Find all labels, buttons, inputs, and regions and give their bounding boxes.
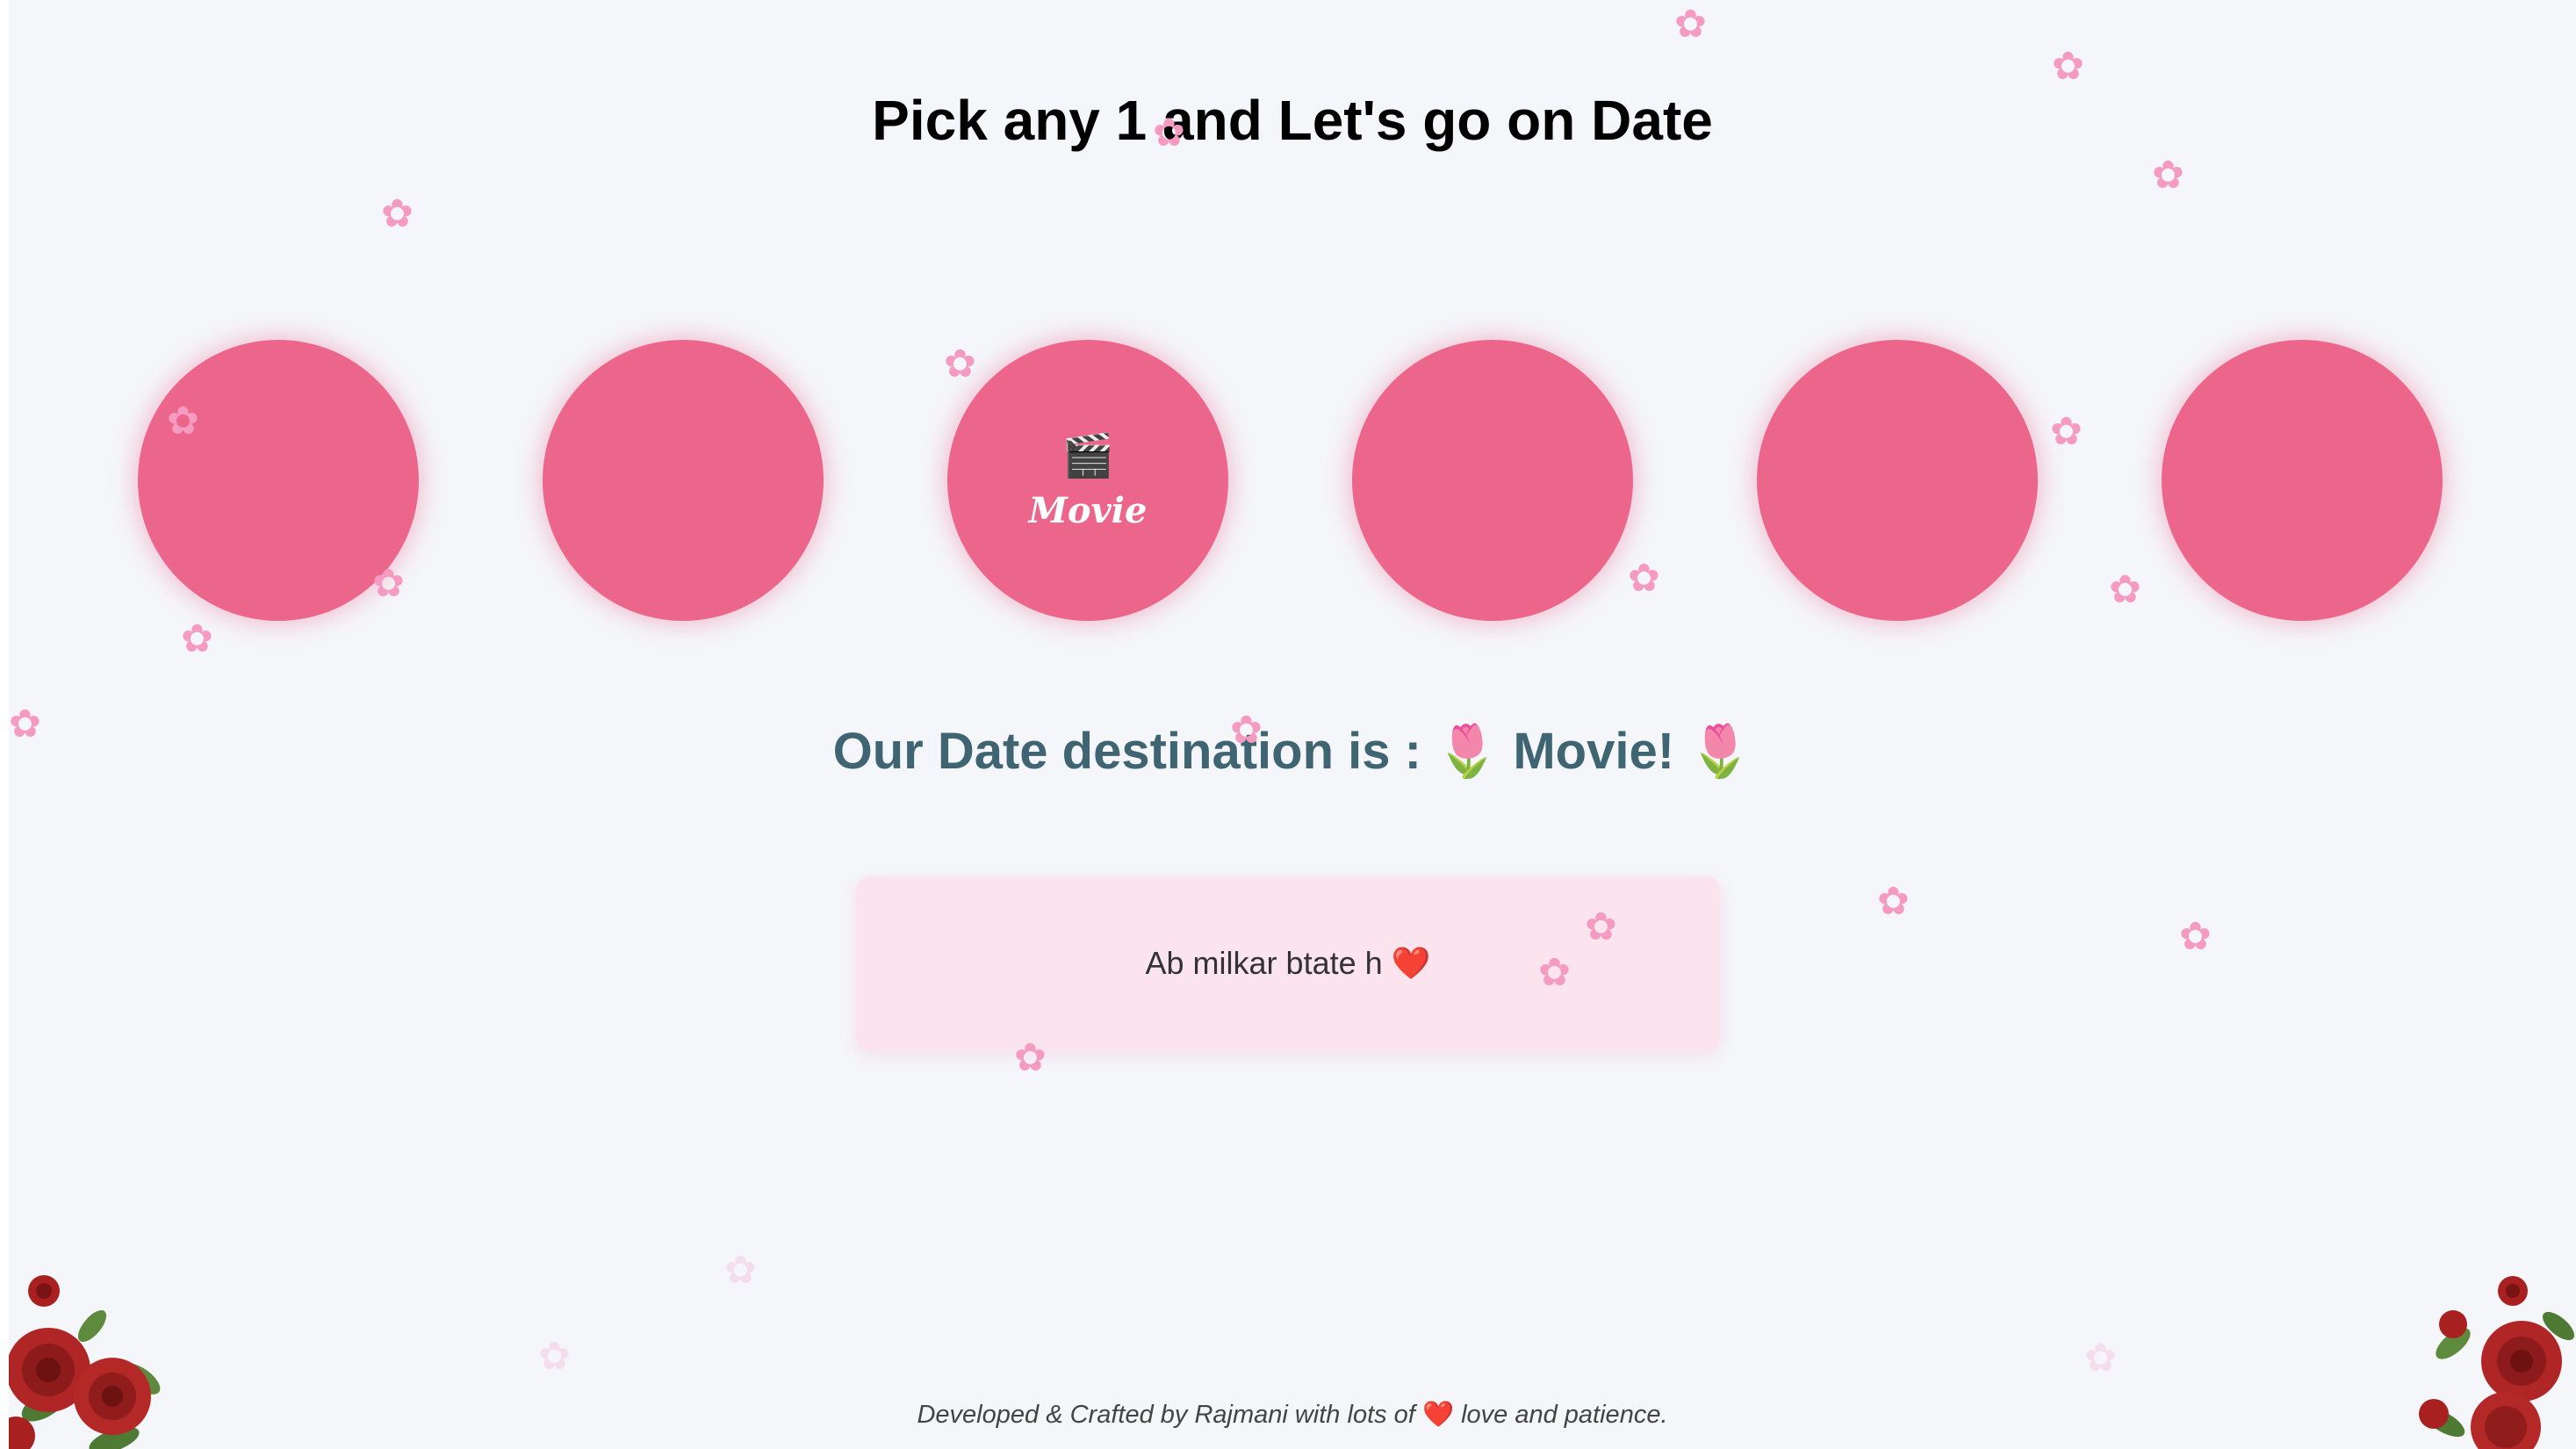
cherry-blossom-icon: ✿ [2152,154,2184,197]
date-option-6[interactable] [2162,340,2443,621]
cherry-blossom-icon: ✿ [2179,915,2212,958]
footer-text-end: love and patience. [1454,1401,1668,1429]
rose-bouquet-icon [2419,1276,2575,1449]
cherry-blossom-icon: ✿ [724,1249,757,1292]
page-title: Pick any 1 and Let's go on Date [872,89,1713,152]
option-3-label: Movie [1028,489,1148,531]
date-option-2[interactable] [543,340,824,621]
date-destination-result: Our Date destination is : 🌷 Movie! 🌷 [832,723,1752,780]
date-options: 🎬 Movie [9,340,2576,621]
footer-text-start: Developed & Crafted by Rajmani with lots… [917,1401,1422,1429]
heart-icon: ❤️ [1421,1401,1455,1429]
clapperboard-icon: 🎬 [1061,432,1114,479]
message-box: Ab milkar btate h ❤️ [856,876,1720,1050]
rose-bouquet-icon [9,1275,161,1449]
date-option-4[interactable] [1352,340,1633,621]
cherry-blossom-icon: ✿ [538,1335,571,1378]
date-option-3[interactable]: 🎬 Movie [947,340,1228,621]
date-option-5[interactable] [1757,340,2038,621]
footer-credit: Developed & Crafted by Rajmani with lots… [9,1400,2576,1430]
cherry-blossom-icon: ✿ [1674,3,1707,46]
cherry-blossom-icon: ✿ [181,617,213,660]
cherry-blossom-icon: ✿ [381,192,414,235]
cherry-blossom-icon: ✿ [1877,880,1910,923]
date-option-1[interactable] [138,340,419,621]
cherry-blossom-icon: ✿ [2052,45,2084,88]
date-picker-page: Pick any 1 and Let's go on Date 🎬 Movie … [9,0,2576,1449]
cherry-blossom-icon: ✿ [2084,1337,2117,1380]
message-text: Ab milkar btate h ❤️ [1145,945,1431,981]
